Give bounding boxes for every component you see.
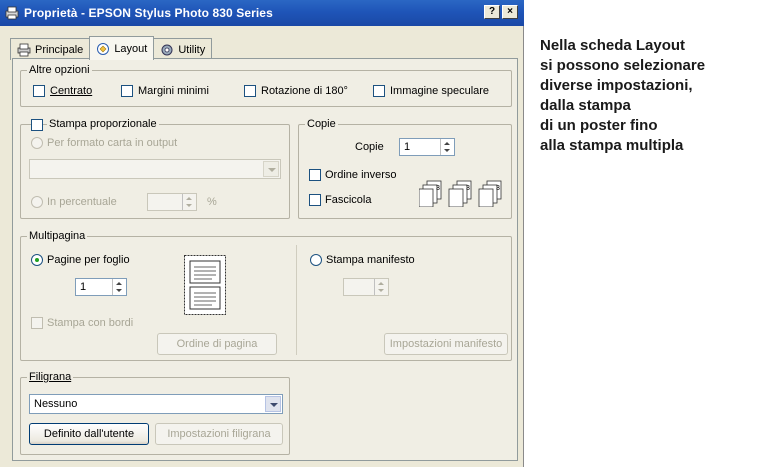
- svg-text:3: 3: [496, 185, 500, 192]
- stepper-arrows-icon: [374, 279, 388, 295]
- per-formato-label: Per formato carta in output: [47, 137, 178, 149]
- impostazioni-manifesto-button[interactable]: Impostazioni manifesto: [384, 333, 508, 355]
- manifesto-stepper[interactable]: [343, 278, 389, 296]
- stampa-proporzionale-checkbox[interactable]: [31, 119, 43, 131]
- filigrana-legend: Filigrana: [27, 371, 74, 384]
- tab-principale-label: Principale: [35, 43, 84, 56]
- multipage-preview-icon: [184, 255, 226, 318]
- caption-line: Nella scheda Layout: [540, 37, 686, 54]
- layout-icon: [96, 42, 110, 56]
- per-formato-radio[interactable]: [31, 137, 43, 149]
- stampa-con-bordi-checkbox[interactable]: [31, 317, 43, 329]
- caption-line: diverse impostazioni,: [540, 77, 693, 94]
- centrato-label: Centrato: [50, 85, 93, 97]
- copie-group: Copie Copie 1 Ordine inverso Fascicola 3…: [298, 118, 512, 219]
- printer-app-icon: [4, 5, 20, 21]
- copie-stepper[interactable]: 1: [399, 138, 455, 156]
- in-percentuale-radio[interactable]: [31, 196, 43, 208]
- stampa-proporzionale-label: Stampa proporzionale: [47, 118, 159, 131]
- svg-text:3: 3: [436, 185, 440, 192]
- rotazione-checkbox[interactable]: [244, 85, 256, 97]
- chevron-down-icon: [265, 396, 281, 412]
- altre-opzioni-legend: Altre opzioni: [27, 64, 92, 77]
- filigrana-select[interactable]: Nessuno: [29, 394, 283, 414]
- chevron-down-icon: [263, 161, 279, 177]
- caption-line: dalla stampa: [540, 97, 631, 114]
- tab-utility-label: Utility: [178, 43, 206, 56]
- title-bar[interactable]: Proprietà - EPSON Stylus Photo 830 Serie…: [0, 0, 524, 26]
- multipagina-legend: Multipagina: [27, 230, 88, 243]
- stampa-proporzionale-group: Stampa proporzionale Per formato carta i…: [20, 118, 290, 219]
- fascicola-checkbox[interactable]: [309, 194, 321, 206]
- window-title: Proprietà - EPSON Stylus Photo 830 Serie…: [24, 6, 273, 20]
- copie-label: Copie: [355, 141, 384, 153]
- stampa-con-bordi-label: Stampa con bordi: [47, 317, 134, 329]
- filigrana-selected: Nessuno: [34, 398, 78, 410]
- immagine-speculare-label: Immagine speculare: [390, 85, 490, 97]
- definito-dall-utente-button[interactable]: Definito dall'utente: [29, 423, 149, 445]
- tab-layout-label: Layout: [114, 42, 148, 55]
- copie-legend: Copie: [305, 118, 338, 131]
- fascicola-label: Fascicola: [325, 194, 372, 206]
- margini-minimi-label: Margini minimi: [138, 85, 209, 97]
- margini-minimi-checkbox[interactable]: [121, 85, 133, 97]
- svg-text:3: 3: [466, 185, 470, 192]
- help-button[interactable]: ?: [484, 5, 500, 19]
- percent-symbol: %: [207, 196, 217, 208]
- impostazioni-filigrana-button[interactable]: Impostazioni filigrana: [155, 423, 283, 445]
- tab-strip: Principale Layout Utility: [10, 36, 213, 60]
- ordine-inverso-label: Ordine inverso: [325, 169, 397, 181]
- multipagina-group: Multipagina Pagine per foglio 1 Stampa c…: [20, 230, 512, 361]
- altre-opzioni-group: Altre opzioni Centrato Margini minimi Ro…: [20, 64, 512, 107]
- percentuale-stepper[interactable]: [147, 193, 197, 211]
- stampa-manifesto-label: Stampa manifesto: [326, 254, 415, 266]
- rotazione-label: Rotazione di 180°: [261, 85, 348, 97]
- stampa-manifesto-radio[interactable]: [310, 254, 322, 266]
- copie-value: 1: [404, 141, 411, 153]
- collate-pages-icon: 3 3 3: [418, 177, 505, 210]
- printer-properties-dialog: Proprietà - EPSON Stylus Photo 830 Serie…: [0, 0, 524, 467]
- multipagina-divider: [296, 245, 297, 355]
- pagine-stepper[interactable]: 1: [75, 278, 127, 296]
- close-button[interactable]: ×: [502, 5, 518, 19]
- filigrana-group: Filigrana Nessuno Definito dall'utente I…: [20, 371, 290, 455]
- pagine-value: 1: [80, 281, 87, 293]
- stepper-arrows-icon: [440, 139, 454, 155]
- ordine-di-pagina-button[interactable]: Ordine di pagina: [157, 333, 277, 355]
- stepper-arrows-icon: [182, 194, 196, 210]
- layout-tab-panel: Altre opzioni Centrato Margini minimi Ro…: [12, 58, 518, 461]
- formato-carta-select[interactable]: [29, 159, 281, 179]
- stepper-arrows-icon: [112, 279, 126, 295]
- immagine-speculare-checkbox[interactable]: [373, 85, 385, 97]
- caption-line: alla stampa multipla: [540, 137, 684, 154]
- pagine-per-foglio-radio[interactable]: [31, 254, 43, 266]
- caption-line: si possono selezionare: [540, 57, 706, 74]
- in-percentuale-label: In percentuale: [47, 196, 117, 208]
- pagine-per-foglio-label: Pagine per foglio: [47, 254, 130, 266]
- tab-principale[interactable]: Principale: [10, 38, 91, 60]
- printer-icon: [17, 43, 31, 57]
- tab-utility[interactable]: Utility: [153, 38, 213, 60]
- tab-layout[interactable]: Layout: [89, 36, 155, 60]
- ordine-inverso-checkbox[interactable]: [309, 169, 321, 181]
- caption-line: di un poster fino: [540, 117, 658, 134]
- centrato-checkbox[interactable]: [33, 85, 45, 97]
- caption-text: Nella scheda Layout si possono seleziona…: [540, 36, 764, 156]
- utility-icon: [160, 43, 174, 57]
